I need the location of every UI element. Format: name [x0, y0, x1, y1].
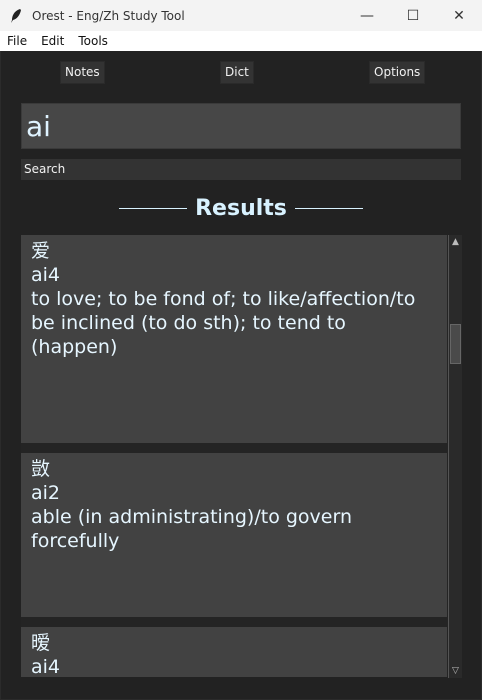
- scroll-down-icon[interactable]: ▽: [450, 665, 461, 677]
- result-hanzi: 爱: [31, 240, 51, 262]
- maximize-button[interactable]: ☐: [390, 0, 436, 31]
- result-hanzi: 暧: [31, 632, 51, 654]
- heading-rule-right: [294, 207, 363, 209]
- results-list[interactable]: 爱 ai4 to love; to be fond of; to like/af…: [21, 235, 448, 677]
- app-content: Notes Dict Options ai Search Results 爱 a…: [1, 51, 481, 699]
- dict-button[interactable]: Dict: [220, 61, 254, 84]
- result-card[interactable]: 敳 ai2 able (in administrating)/to govern…: [21, 453, 447, 617]
- results-title: Results: [195, 195, 287, 221]
- menu-edit[interactable]: Edit: [34, 34, 71, 48]
- heading-rule-left: [119, 207, 188, 209]
- scroll-thumb[interactable]: [450, 324, 461, 364]
- result-card[interactable]: 暧 ai4: [21, 627, 447, 677]
- title-bar: Orest - Eng/Zh Study Tool — ☐ ✕: [0, 0, 482, 31]
- notes-button[interactable]: Notes: [60, 61, 105, 84]
- close-button[interactable]: ✕: [436, 0, 482, 31]
- results-scrollbar[interactable]: ▲ ▽: [448, 235, 462, 678]
- search-button[interactable]: Search: [21, 159, 461, 180]
- options-button[interactable]: Options: [369, 61, 426, 84]
- result-definition: to love; to be fond of; to like/affectio…: [31, 288, 416, 358]
- result-pinyin: ai2: [31, 482, 61, 504]
- scroll-up-icon[interactable]: ▲: [450, 236, 461, 248]
- menu-file[interactable]: File: [0, 34, 34, 48]
- result-card[interactable]: 爱 ai4 to love; to be fond of; to like/af…: [21, 235, 447, 443]
- result-definition: able (in administrating)/to govern force…: [31, 506, 352, 552]
- menu-tools[interactable]: Tools: [71, 34, 115, 48]
- menu-bar: File Edit Tools: [0, 31, 482, 51]
- result-pinyin: ai4: [31, 656, 61, 677]
- window-title: Orest - Eng/Zh Study Tool: [32, 8, 185, 23]
- window-controls: — ☐ ✕: [344, 0, 482, 31]
- search-input[interactable]: ai: [21, 103, 461, 149]
- result-pinyin: ai4: [31, 264, 61, 286]
- result-hanzi: 敳: [31, 458, 51, 480]
- minimize-button[interactable]: —: [344, 0, 390, 31]
- feather-icon: [11, 8, 21, 23]
- results-heading: Results: [1, 193, 481, 223]
